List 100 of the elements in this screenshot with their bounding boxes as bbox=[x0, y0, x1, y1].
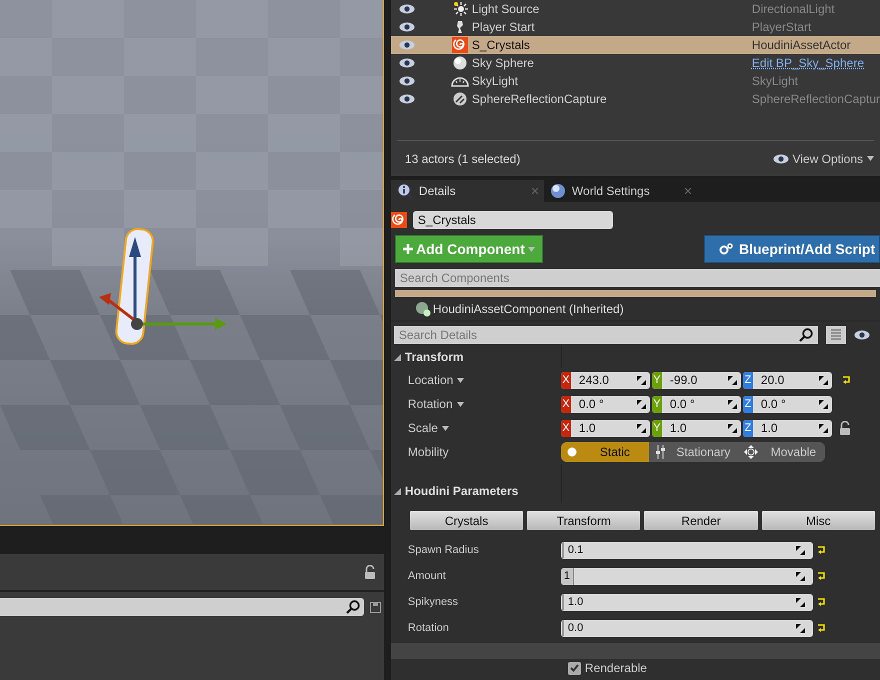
axis-value-field[interactable]: X 1.0 bbox=[560, 420, 650, 436]
globe-icon bbox=[550, 183, 566, 199]
save-icon[interactable] bbox=[370, 602, 381, 612]
outliner-row[interactable]: Light Source DirectionalLight bbox=[390, 0, 880, 18]
search-icon[interactable] bbox=[346, 600, 360, 614]
eye-icon[interactable] bbox=[854, 330, 870, 340]
eye-icon[interactable] bbox=[398, 22, 415, 32]
axis-value-field[interactable]: X 243.0 bbox=[560, 372, 650, 388]
edit-blueprint-link[interactable]: Edit BP_Sky_Sphere bbox=[752, 54, 864, 72]
actor-name-field[interactable]: S_Crystals bbox=[412, 211, 613, 229]
parameter-field[interactable]: 1.0 bbox=[560, 594, 813, 610]
padlock-open-icon[interactable] bbox=[838, 421, 851, 435]
drag-arrows-icon bbox=[636, 400, 646, 408]
sphere-icon bbox=[452, 91, 468, 107]
actor-name: Light Source bbox=[472, 1, 540, 18]
drag-arrows-icon bbox=[796, 572, 805, 580]
actor-name: SphereReflectionCapture bbox=[472, 91, 608, 108]
eye-icon[interactable] bbox=[398, 76, 415, 86]
close-icon[interactable] bbox=[684, 188, 691, 194]
property-label[interactable]: Location bbox=[408, 371, 454, 389]
outliner-row[interactable]: S_Crystals HoudiniAssetActor bbox=[390, 36, 880, 54]
outliner-row[interactable]: SphereReflectionCapture SphereReflectionCaptur bbox=[390, 90, 880, 108]
parameter-tab[interactable]: Crystals bbox=[408, 510, 524, 531]
plus-icon bbox=[402, 244, 413, 254]
section-header[interactable]: Houdini Parameters bbox=[390, 482, 561, 500]
parameter-tab[interactable]: Misc bbox=[760, 510, 876, 531]
reset-arrow-icon[interactable] bbox=[816, 598, 826, 606]
sun-icon bbox=[452, 1, 468, 17]
eye-icon[interactable] bbox=[398, 94, 415, 104]
actor-name: SkyLight bbox=[472, 73, 519, 90]
parameter-label: Amount bbox=[406, 568, 447, 584]
outliner-row[interactable]: SkyLight SkyLight bbox=[390, 72, 880, 90]
caret-icon bbox=[442, 426, 449, 430]
drag-arrows-icon bbox=[636, 376, 646, 384]
axis-value-field[interactable]: X 0.0 ° bbox=[560, 396, 650, 412]
axis-value-field[interactable]: Y 0.0 ° bbox=[652, 396, 741, 412]
reset-arrow-icon[interactable] bbox=[816, 624, 826, 632]
caret-icon bbox=[457, 378, 464, 382]
drag-arrows-icon bbox=[818, 376, 828, 384]
caret-icon bbox=[528, 246, 535, 252]
panel-tab[interactable]: Details bbox=[390, 180, 544, 202]
actor-type: HoudiniAssetActor bbox=[752, 37, 851, 54]
eye-icon[interactable] bbox=[772, 154, 789, 164]
parameter-field[interactable]: 0.0 bbox=[560, 620, 813, 636]
checkbox-label: Renderable bbox=[584, 660, 647, 677]
spiral-icon bbox=[452, 37, 468, 53]
actor-count: 13 actors (1 selected) bbox=[404, 150, 520, 168]
component-name: HoudiniAssetComponent (Inherited) bbox=[432, 300, 624, 318]
reset-arrow-icon[interactable] bbox=[816, 572, 826, 580]
eye-icon[interactable] bbox=[398, 40, 415, 50]
reset-arrow-icon[interactable] bbox=[816, 546, 826, 554]
parameter-field[interactable]: 1 bbox=[560, 568, 813, 584]
figure-icon bbox=[456, 21, 463, 33]
move-arrows-icon bbox=[744, 445, 758, 459]
outliner-row[interactable]: Player Start PlayerStart bbox=[390, 18, 880, 36]
view-options-button[interactable]: View Options bbox=[772, 150, 874, 168]
expand-triangle-icon bbox=[394, 354, 401, 360]
eye-icon[interactable] bbox=[398, 4, 415, 14]
axis-value-field[interactable]: Z 20.0 bbox=[742, 372, 832, 388]
drag-arrows-icon bbox=[728, 400, 737, 408]
gears-icon bbox=[719, 243, 733, 255]
spiral-icon bbox=[390, 212, 407, 228]
actor-type: DirectionalLight bbox=[752, 1, 835, 18]
padlock-open-icon[interactable] bbox=[364, 565, 376, 579]
drag-arrows-icon bbox=[728, 376, 737, 384]
axis-value-field[interactable]: Z 0.0 ° bbox=[742, 396, 832, 412]
actor-type: SphereReflectionCaptur bbox=[752, 91, 880, 108]
parameter-tab[interactable]: Render bbox=[643, 510, 759, 531]
axis-value-field[interactable]: Z 1.0 bbox=[742, 420, 832, 436]
caret-icon bbox=[456, 402, 464, 406]
renderable-checkbox[interactable] bbox=[568, 662, 581, 674]
section-header[interactable]: Transform bbox=[390, 348, 561, 366]
sphere-icon bbox=[452, 55, 468, 71]
search-icon[interactable] bbox=[798, 328, 813, 342]
drag-arrows-icon bbox=[796, 624, 805, 632]
parameter-label: Spikyness bbox=[406, 594, 460, 610]
eye-icon[interactable] bbox=[398, 58, 415, 68]
actor-name: S_Crystals bbox=[472, 37, 531, 54]
search-field[interactable] bbox=[0, 598, 364, 616]
actor-name: Player Start bbox=[472, 19, 536, 36]
reset-arrow-icon[interactable] bbox=[842, 376, 851, 384]
axis-value-field[interactable]: Y 1.0 bbox=[652, 420, 741, 436]
property-label[interactable]: Rotation bbox=[408, 395, 453, 413]
mobility-option[interactable]: Static bbox=[560, 442, 649, 462]
drag-arrows-icon bbox=[818, 424, 828, 432]
check-icon bbox=[570, 664, 579, 672]
parameter-tab[interactable]: Transform bbox=[526, 510, 642, 531]
property-label: Mobility bbox=[406, 444, 450, 461]
expand-triangle-icon bbox=[394, 488, 401, 494]
property-label[interactable]: Scale bbox=[408, 419, 438, 437]
grid-view-icon[interactable] bbox=[826, 326, 846, 344]
parameter-field[interactable]: 0.1 bbox=[560, 542, 813, 558]
drag-arrows-icon bbox=[636, 424, 646, 432]
blueprint-button[interactable]: Blueprint/Add Script bbox=[704, 235, 880, 263]
actor-type: PlayerStart bbox=[752, 19, 812, 36]
drag-arrows-icon bbox=[796, 598, 805, 606]
drag-arrows-icon bbox=[796, 546, 805, 554]
axis-value-field[interactable]: Y -99.0 bbox=[652, 372, 741, 388]
caret-icon bbox=[867, 156, 874, 161]
outliner-row[interactable]: Sky Sphere Edit BP_Sky_Sphere bbox=[390, 54, 880, 72]
